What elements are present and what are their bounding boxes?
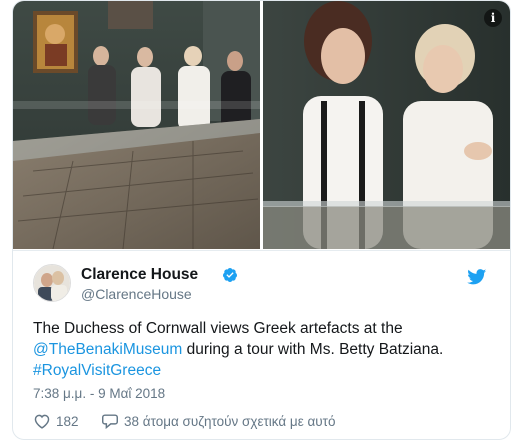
media-grid: i (13, 1, 510, 249)
info-icon[interactable]: i (484, 9, 502, 27)
conversation-text: 38 άτομα συζητούν σχετικά με αυτό (124, 413, 336, 429)
divider (13, 250, 510, 251)
tweet-author[interactable]: Clarence House @ClarenceHouse (33, 264, 493, 306)
tweet-card[interactable]: i Clarence House @ClarenceHouse The Duch… (12, 0, 511, 440)
museum-photo-right-image (263, 1, 510, 249)
display-name[interactable]: Clarence House (81, 266, 198, 284)
verified-badge-icon (222, 268, 237, 282)
heart-icon (34, 414, 50, 429)
media-photo-left[interactable] (13, 1, 260, 249)
tweet-actions: 182 38 άτομα συζητούν σχετικά με αυτό (33, 413, 433, 433)
conversation-button[interactable]: 38 άτομα συζητούν σχετικά με αυτό (101, 413, 336, 429)
tweet-text-line2: during a tour with Ms. Betty Batziana. (182, 341, 444, 358)
like-count: 182 (56, 413, 79, 429)
like-button[interactable]: 182 (33, 413, 79, 429)
reply-bubble-icon (102, 414, 118, 429)
avatar-image (34, 265, 70, 301)
museum-photo-left-image (13, 1, 260, 249)
mention-link[interactable]: @TheBenakiMuseum (33, 341, 182, 358)
media-photo-right[interactable]: i (263, 1, 510, 249)
twitter-bird-icon[interactable] (467, 269, 487, 285)
timestamp[interactable]: 7:38 μ.μ. - 9 Μαΐ 2018 (33, 386, 165, 401)
handle[interactable]: @ClarenceHouse (81, 286, 192, 302)
tweet-text: The Duchess of Cornwall views Greek arte… (33, 318, 493, 381)
hashtag-link[interactable]: #RoyalVisitGreece (33, 362, 161, 379)
avatar[interactable] (33, 264, 71, 302)
tweet-text-line1: The Duchess of Cornwall views Greek arte… (33, 320, 403, 337)
